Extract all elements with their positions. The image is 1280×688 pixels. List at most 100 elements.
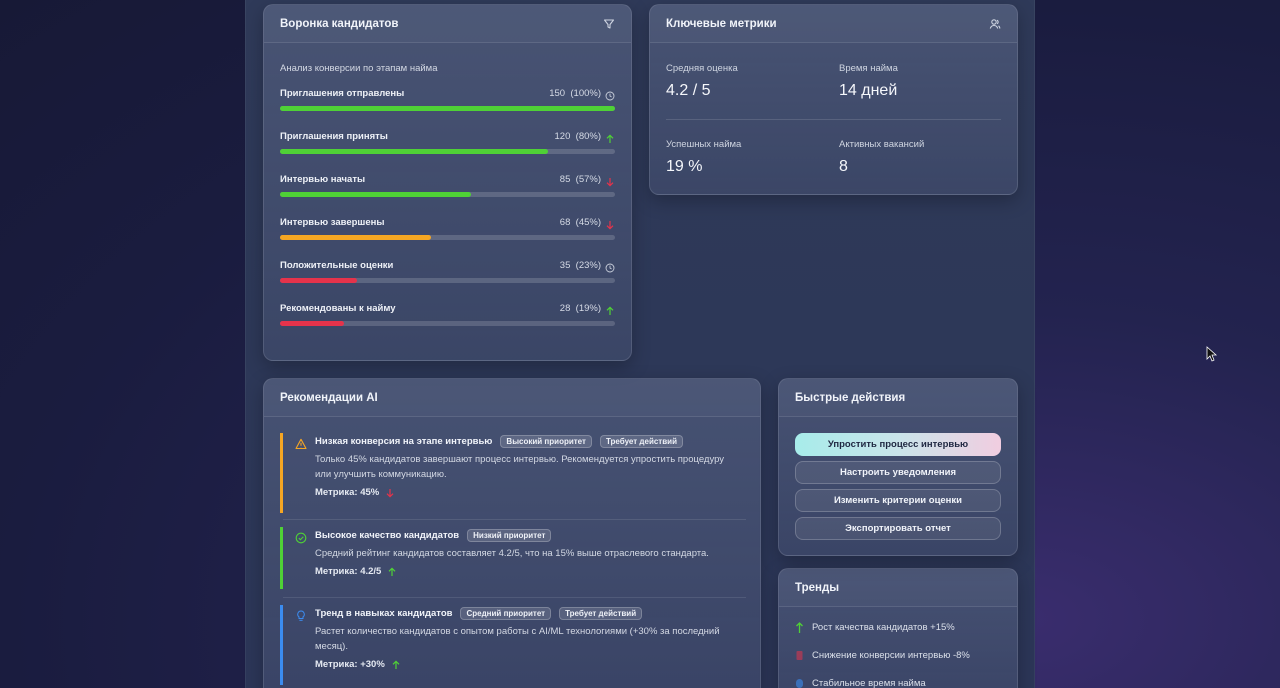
trend-flat-icon bbox=[795, 677, 804, 688]
stage-percent: (100%) bbox=[570, 88, 601, 99]
trend-label: Рост качества кандидатов +15% bbox=[812, 622, 955, 633]
trend-down-icon bbox=[795, 649, 804, 662]
configure-notifications-button[interactable]: Настроить уведомления bbox=[795, 461, 1001, 484]
trend-item: Рост качества кандидатов +15% bbox=[795, 621, 955, 634]
stage-value: 85 (57%) bbox=[560, 174, 601, 185]
stage-progress-track bbox=[280, 106, 615, 111]
metric-label: Средняя оценка bbox=[666, 63, 738, 74]
metrics-header: Ключевые метрики bbox=[650, 5, 1017, 43]
metric-value: 19 % bbox=[666, 158, 703, 175]
stage-progress-fill bbox=[280, 106, 615, 111]
users-icon[interactable] bbox=[989, 18, 1001, 30]
metric-label: Активных вакансий bbox=[839, 139, 925, 150]
ai-recommendation: Тренд в навыках кандидатов Средний приори… bbox=[280, 605, 746, 685]
priority-badge: Средний приоритет bbox=[460, 606, 552, 620]
rec-title-row: Низкая конверсия на этапе интервью Высоки… bbox=[315, 433, 746, 449]
stage-value: 120 (80%) bbox=[555, 131, 601, 142]
rec-divider bbox=[283, 597, 746, 598]
stage-percent: (57%) bbox=[575, 174, 601, 185]
funnel-stage: Интервью завершены 68 (45%) bbox=[280, 217, 615, 247]
stage-progress-fill bbox=[280, 278, 358, 283]
rec-metric: Метрика: +30% bbox=[315, 659, 746, 670]
quick-header: Быстрые действия bbox=[779, 379, 1017, 417]
stage-count: 35 bbox=[559, 260, 571, 271]
funnel-stage: Положительные оценки 35 (23%) bbox=[280, 260, 615, 290]
trend-label: Стабильное время найма bbox=[812, 678, 926, 688]
metric-label: Время найма bbox=[839, 63, 898, 74]
metric-time-to-hire: Время найма 14 дней bbox=[839, 63, 898, 100]
mouse-cursor-icon bbox=[1206, 346, 1218, 362]
rec-metric-value: Метрика: 45% bbox=[315, 487, 380, 498]
ai-recommendations-card: Рекомендации AI Низкая конверсия на этап… bbox=[263, 378, 761, 688]
stage-progress-track bbox=[280, 149, 615, 154]
trend-item: Стабильное время найма bbox=[795, 677, 926, 688]
funnel-stage: Интервью начаты 85 (57%) bbox=[280, 174, 615, 204]
stage-label: Положительные оценки bbox=[280, 260, 394, 271]
stage-count: 28 bbox=[559, 303, 571, 314]
metric-value: 14 дней bbox=[839, 82, 898, 99]
stage-count: 68 bbox=[559, 217, 571, 228]
stage-count: 120 bbox=[554, 131, 571, 142]
stage-value: 28 (19%) bbox=[560, 303, 601, 314]
metric-label: Успешных найма bbox=[666, 139, 742, 150]
trend-item: Снижение конверсии интервью -8% bbox=[795, 649, 970, 662]
arrow-down-icon bbox=[605, 217, 615, 230]
stage-percent: (19%) bbox=[575, 303, 601, 314]
stage-count: 150 bbox=[549, 88, 566, 99]
stage-progress-track bbox=[280, 321, 615, 326]
stage-progress-fill bbox=[280, 235, 431, 240]
rec-title: Высокое качество кандидатов bbox=[315, 529, 460, 541]
rec-title: Тренд в навыках кандидатов bbox=[315, 607, 453, 619]
priority-badge: Требует действий bbox=[599, 434, 683, 448]
priority-badge: Низкий приоритет bbox=[467, 528, 552, 542]
candidate-funnel-card: Воронка кандидатов Анализ конверсии по э… bbox=[263, 4, 632, 361]
trends-card: Тренды Рост качества кандидатов +15% Сниж… bbox=[778, 568, 1018, 688]
stage-label: Приглашения отправлены bbox=[280, 88, 405, 99]
quick-actions-card: Быстрые действия Упростить процесс интер… bbox=[778, 378, 1018, 556]
stage-value: 150 (100%) bbox=[549, 88, 601, 99]
metric-active-vacancies: Активных вакансий 8 bbox=[839, 139, 924, 176]
priority-badge: Высокий приоритет bbox=[500, 434, 592, 448]
stage-label: Приглашения приняты bbox=[280, 131, 388, 142]
funnel-stage: Приглашения отправлены 150 (100%) bbox=[280, 88, 615, 118]
stage-count: 85 bbox=[559, 174, 571, 185]
metrics-title: Ключевые метрики bbox=[666, 17, 777, 30]
stage-progress-fill bbox=[280, 149, 548, 154]
rec-metric: Метрика: 4.2/5 bbox=[315, 566, 746, 577]
stage-progress-track bbox=[280, 192, 615, 197]
metric-successful-hires: Успешных найма 19 % bbox=[666, 139, 741, 176]
funnel-title: Воронка кандидатов bbox=[280, 17, 399, 30]
funnel-header: Воронка кандидатов bbox=[264, 5, 631, 43]
trends-title: Тренды bbox=[795, 581, 840, 594]
check-circle-icon bbox=[295, 531, 307, 544]
ai-recommendation: Высокое качество кандидатов Низкий приори… bbox=[280, 527, 746, 589]
metrics-divider bbox=[666, 119, 1001, 120]
stage-value: 68 (45%) bbox=[560, 217, 601, 228]
export-report-button[interactable]: Экспортировать отчет bbox=[795, 517, 1001, 540]
trends-header: Тренды bbox=[779, 569, 1017, 607]
metric-value: 8 bbox=[839, 158, 848, 175]
stage-percent: (45%) bbox=[575, 217, 601, 228]
ai-recommendation: Низкая конверсия на этапе интервью Высоки… bbox=[280, 433, 746, 513]
metric-avg-score: Средняя оценка 4.2 / 5 bbox=[666, 63, 738, 100]
trend-up-icon bbox=[795, 621, 804, 634]
warning-icon bbox=[295, 437, 307, 450]
funnel-stage: Рекомендованы к найму 28 (19%) bbox=[280, 303, 615, 333]
funnel-stage: Приглашения приняты 120 (80%) bbox=[280, 131, 615, 161]
key-metrics-card: Ключевые метрики Средняя оценка 4.2 / 5 … bbox=[649, 4, 1018, 195]
arrow-down-icon bbox=[385, 488, 395, 498]
rec-metric: Метрика: 45% bbox=[315, 487, 746, 498]
rec-description: Только 45% кандидатов завершают процесс … bbox=[315, 454, 725, 480]
funnel-subtitle: Анализ конверсии по этапам найма bbox=[280, 63, 438, 74]
stage-progress-track bbox=[280, 278, 615, 283]
ai-title: Рекомендации AI bbox=[280, 391, 378, 404]
stage-label: Рекомендованы к найму bbox=[280, 303, 396, 314]
change-criteria-button[interactable]: Изменить критерии оценки bbox=[795, 489, 1001, 512]
rec-description: Средний рейтинг кандидатов составляет 4.… bbox=[315, 548, 709, 559]
simplify-interview-button[interactable]: Упростить процесс интервью bbox=[795, 433, 1001, 456]
arrow-up-icon bbox=[387, 566, 397, 577]
clock-icon bbox=[605, 88, 615, 101]
arrow-down-icon bbox=[605, 174, 615, 187]
filter-icon[interactable] bbox=[603, 18, 615, 30]
stage-label: Интервью начаты bbox=[280, 174, 366, 185]
